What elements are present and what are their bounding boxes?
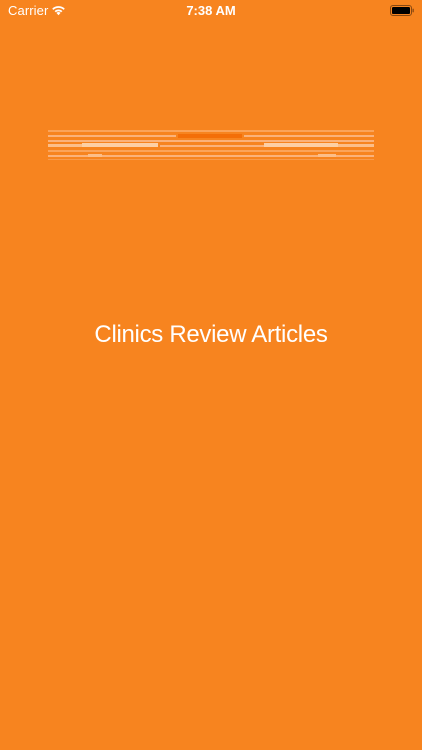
status-time: 7:38 AM (186, 3, 236, 18)
status-bar: Carrier 7:38 AM (0, 0, 422, 22)
striped-banner-logo-icon (48, 130, 374, 160)
battery-icon (390, 5, 414, 16)
app-title: Clinics Review Articles (94, 321, 328, 348)
